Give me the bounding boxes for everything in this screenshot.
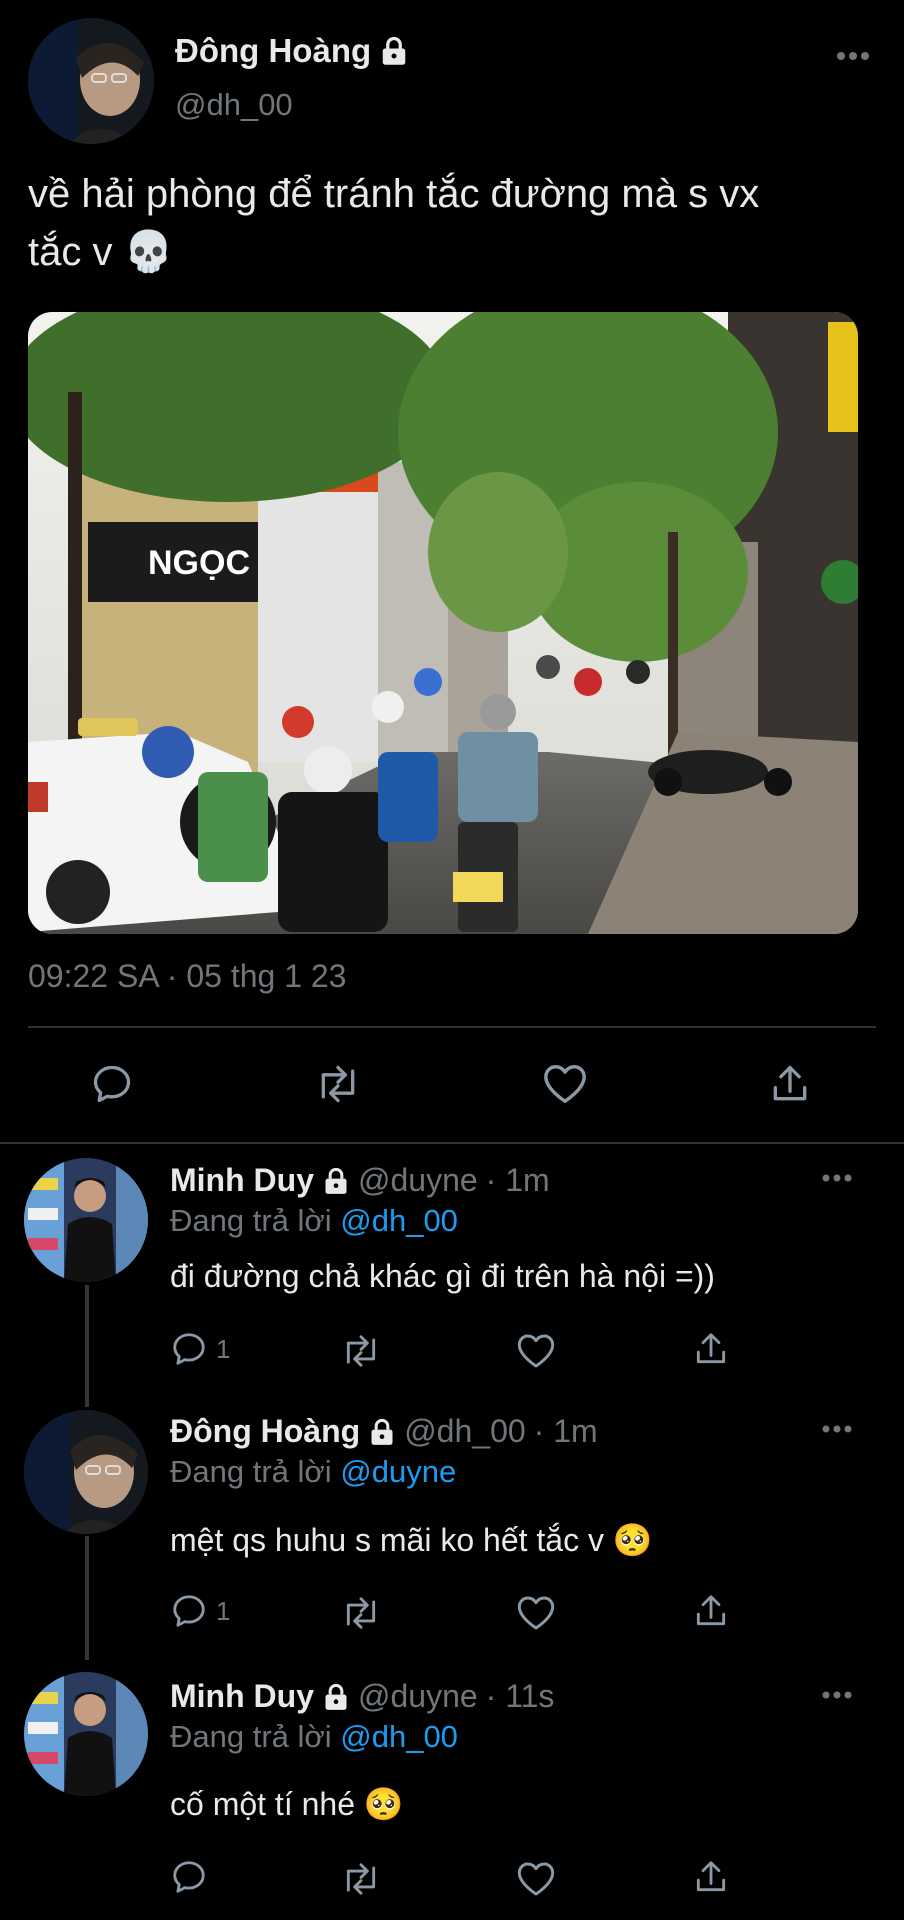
tweet-photo[interactable]: NGỌC MON [28, 312, 858, 934]
divider-bottom [0, 1142, 904, 1144]
reply-display-name[interactable]: Minh Duy [170, 1162, 314, 1199]
like-icon[interactable] [516, 1332, 556, 1370]
reply-time[interactable]: · 1m [486, 1162, 550, 1199]
reply-text-body: cố một tí nhé [170, 1786, 355, 1822]
share-icon[interactable] [692, 1592, 730, 1630]
reply-avatar[interactable] [24, 1410, 148, 1534]
author-handle[interactable]: @dh_00 [175, 87, 293, 123]
replying-prefix: Đang trả lời [170, 1454, 332, 1489]
reply-header: Minh Duy @duyne · 1m [170, 1162, 550, 1199]
reply-emoji: 🥺 [612, 1522, 653, 1558]
retweet-icon[interactable] [312, 1062, 364, 1106]
reply-avatar[interactable] [24, 1672, 148, 1796]
lock-icon [322, 1683, 350, 1711]
replying-prefix: Đang trả lời [170, 1203, 332, 1238]
reply-handle[interactable]: @duyne [358, 1162, 478, 1199]
reply-icon[interactable]: 1 [170, 1330, 230, 1368]
retweet-icon[interactable] [338, 1594, 384, 1632]
share-icon[interactable] [692, 1330, 730, 1368]
replying-to-link[interactable]: @duyne [340, 1454, 456, 1489]
reply-count: 1 [216, 1595, 231, 1626]
reply-actions: 1 [170, 1592, 740, 1636]
replying-to: Đang trả lời @duyne [170, 1454, 456, 1490]
reply-time[interactable]: · 1m [534, 1413, 598, 1450]
reply-text-body: mệt qs huhu s mãi ko hết tắc v [170, 1522, 604, 1558]
author-avatar[interactable] [28, 18, 154, 144]
more-horizontal-icon[interactable] [822, 1690, 852, 1700]
replying-to: Đang trả lời @dh_00 [170, 1203, 458, 1239]
replying-to-link[interactable]: @dh_00 [340, 1203, 458, 1238]
reply-icon[interactable] [90, 1062, 134, 1106]
author-name[interactable]: Đông Hoàng [175, 32, 409, 70]
reply-text: mệt qs huhu s mãi ko hết tắc v 🥺 [170, 1521, 653, 1559]
thread-line-2 [85, 1536, 89, 1660]
lock-icon [379, 36, 409, 66]
like-icon[interactable] [516, 1594, 556, 1632]
lock-icon [322, 1167, 350, 1195]
tweet-text-line-2: tắc v [28, 230, 113, 274]
reply-avatar[interactable] [24, 1158, 148, 1282]
retweet-icon[interactable] [338, 1860, 384, 1898]
reply-header: Đông Hoàng @dh_00 · 1m [170, 1413, 598, 1450]
reply-handle[interactable]: @dh_00 [404, 1413, 525, 1450]
reply-text-body: đi đường chả khác gì đi trên hà nội =)) [170, 1258, 715, 1294]
more-horizontal-icon[interactable] [822, 1173, 852, 1183]
reply-time[interactable]: · 11s [486, 1678, 555, 1715]
author-display-name: Đông Hoàng [175, 32, 372, 69]
lock-icon [368, 1418, 396, 1446]
skull-emoji: 💀 [123, 230, 174, 274]
reply-icon[interactable]: 1 [170, 1592, 230, 1630]
share-icon[interactable] [768, 1062, 812, 1106]
divider-top [28, 1026, 876, 1028]
more-horizontal-icon[interactable] [822, 1424, 852, 1434]
more-horizontal-icon[interactable] [836, 50, 870, 62]
reply-count: 1 [216, 1333, 231, 1364]
reply-handle[interactable]: @duyne [358, 1678, 478, 1715]
share-icon[interactable] [692, 1858, 730, 1896]
thread-line-1 [85, 1285, 89, 1407]
tweet-timestamp[interactable]: 09:22 SA · 05 thg 1 23 [28, 958, 346, 995]
reply-icon[interactable] [170, 1858, 208, 1896]
reply-text: đi đường chả khác gì đi trên hà nội =)) [170, 1258, 715, 1295]
replying-to-link[interactable]: @dh_00 [340, 1719, 458, 1754]
tweet-text-line-1: về hải phòng để tránh tắc đường mà s vx [28, 172, 760, 216]
reply-display-name[interactable]: Đông Hoàng [170, 1413, 360, 1450]
reply-actions [170, 1858, 740, 1902]
reply-display-name[interactable]: Minh Duy [170, 1678, 314, 1715]
reply-text: cố một tí nhé 🥺 [170, 1785, 404, 1823]
reply-emoji: 🥺 [363, 1786, 404, 1822]
like-icon[interactable] [516, 1860, 556, 1898]
reply-actions: 1 [170, 1330, 740, 1374]
reply-header: Minh Duy @duyne · 11s [170, 1678, 554, 1715]
like-icon[interactable] [542, 1062, 588, 1106]
retweet-icon[interactable] [338, 1332, 384, 1370]
replying-to: Đang trả lời @dh_00 [170, 1719, 458, 1755]
replying-prefix: Đang trả lời [170, 1719, 332, 1754]
tweet-text: về hải phòng để tránh tắc đường mà s vx … [28, 165, 878, 281]
